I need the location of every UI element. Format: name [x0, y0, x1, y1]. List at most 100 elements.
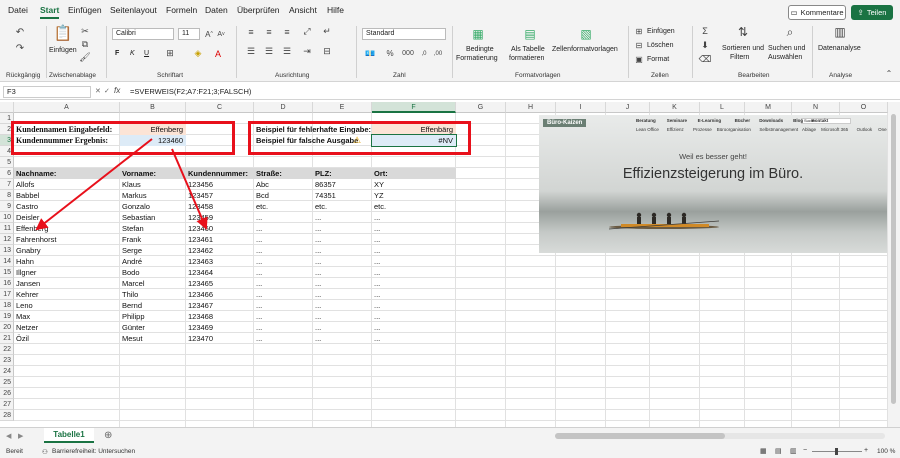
tab-formeln[interactable]: Formeln — [166, 5, 197, 15]
table-cell[interactable]: Marcel — [120, 278, 186, 289]
tab-seitenlayout[interactable]: Seitenlayout — [110, 5, 157, 15]
row-header-12[interactable]: 12 — [0, 234, 14, 245]
cell-styles-icon[interactable]: ▧ — [578, 26, 594, 42]
table-cell[interactable]: etc. — [254, 201, 313, 212]
border-icon[interactable]: ⊞ — [164, 48, 176, 59]
paste-icon[interactable]: 📋 — [54, 24, 73, 42]
table-cell[interactable]: Bodo — [120, 267, 186, 278]
indent-icon[interactable]: ⇥ — [300, 46, 314, 57]
format-cells-icon[interactable]: ▣ — [634, 54, 644, 64]
table-cell[interactable]: ... — [254, 245, 313, 256]
column-header-E[interactable]: E — [313, 102, 372, 113]
table-cell[interactable]: 123468 — [186, 311, 254, 322]
table-cell[interactable]: Bcd — [254, 190, 313, 201]
table-cell[interactable]: ... — [372, 278, 456, 289]
font-name-select[interactable]: Calibri — [112, 28, 174, 40]
decrease-decimal-icon[interactable]: ,00 — [432, 48, 444, 59]
column-header-A[interactable]: A — [14, 102, 120, 113]
table-cell[interactable]: ... — [254, 333, 313, 344]
row-header-27[interactable]: 27 — [0, 399, 14, 410]
merge-icon[interactable]: ⊟ — [320, 46, 334, 57]
zoom-in-icon[interactable]: + — [864, 447, 868, 454]
column-header-B[interactable]: B — [120, 102, 186, 113]
italic-button[interactable]: K — [130, 49, 135, 58]
table-cell[interactable]: 123463 — [186, 256, 254, 267]
wrap-text-icon[interactable]: ↵ — [320, 26, 334, 37]
column-header-L[interactable]: L — [700, 102, 745, 113]
cut-icon[interactable]: ✂ — [80, 26, 90, 36]
table-cell[interactable]: ... — [254, 322, 313, 333]
bold-button[interactable]: F — [115, 49, 119, 58]
tab-start[interactable]: Start — [40, 5, 60, 19]
shrink-font-icon[interactable]: Av — [216, 28, 226, 40]
table-cell[interactable]: Kehrer — [14, 289, 120, 300]
table-cell[interactable]: Hahn — [14, 256, 120, 267]
table-cell[interactable]: ... — [372, 300, 456, 311]
table-cell[interactable]: Gonzalo — [120, 201, 186, 212]
table-cell[interactable]: ... — [313, 234, 372, 245]
row-header-14[interactable]: 14 — [0, 256, 14, 267]
insert-cells-button[interactable]: Einfügen — [647, 27, 675, 36]
conditional-format-label-2[interactable]: Formatierung — [456, 54, 498, 63]
row-header-20[interactable]: 20 — [0, 322, 14, 333]
row-header-10[interactable]: 10 — [0, 212, 14, 223]
table-header-4[interactable]: PLZ: — [313, 168, 372, 179]
table-cell[interactable]: 123469 — [186, 322, 254, 333]
copy-icon[interactable]: ⧉ — [80, 39, 90, 49]
table-cell[interactable]: etc. — [372, 201, 456, 212]
row-header-21[interactable]: 21 — [0, 333, 14, 344]
table-cell[interactable]: ... — [313, 289, 372, 300]
table-cell[interactable]: 123466 — [186, 289, 254, 300]
tab-datei[interactable]: Datei — [8, 5, 28, 15]
font-size-select[interactable]: 11 — [178, 28, 200, 40]
cell-styles-label[interactable]: Zellenformatvorlagen — [552, 45, 618, 54]
tab-einfuegen[interactable]: Einfügen — [68, 5, 102, 15]
table-cell[interactable]: ... — [313, 245, 372, 256]
table-cell[interactable]: ... — [372, 322, 456, 333]
table-cell[interactable]: Abc — [254, 179, 313, 190]
zoom-slider-thumb[interactable] — [835, 448, 838, 455]
cancel-icon[interactable]: ✕ — [95, 87, 101, 95]
formula-input[interactable]: =SVERWEIS(F2;A7:F21;3;FALSCH) — [130, 86, 890, 98]
row-header-22[interactable]: 22 — [0, 344, 14, 355]
table-cell[interactable]: Thilo — [120, 289, 186, 300]
align-top-icon[interactable]: ≡ — [244, 26, 258, 37]
column-header-I[interactable]: I — [556, 102, 606, 113]
align-center-icon[interactable]: ☰ — [262, 46, 276, 57]
table-cell[interactable]: Frank — [120, 234, 186, 245]
align-middle-icon[interactable]: ≡ — [262, 26, 276, 37]
table-cell[interactable]: ... — [372, 311, 456, 322]
table-cell[interactable]: ... — [372, 289, 456, 300]
table-header-2[interactable]: Kundennummer: — [186, 168, 254, 179]
table-cell[interactable]: ... — [372, 223, 456, 234]
vertical-scroll-thumb[interactable] — [891, 114, 896, 404]
table-cell[interactable]: Özil — [14, 333, 120, 344]
row-header-6[interactable]: 6 — [0, 168, 14, 179]
delete-cells-icon[interactable]: ⊟ — [634, 40, 644, 50]
table-cell[interactable]: XY — [372, 179, 456, 190]
align-left-icon[interactable]: ☰ — [244, 46, 258, 57]
sort-filter-icon[interactable]: ⇅ — [735, 24, 751, 40]
table-cell[interactable]: ... — [313, 333, 372, 344]
table-cell[interactable]: 123458 — [186, 201, 254, 212]
table-cell[interactable]: Effenberg — [14, 223, 120, 234]
percent-icon[interactable]: % — [384, 48, 396, 59]
add-sheet-icon[interactable]: ⊕ — [104, 430, 112, 441]
find-select-label-2[interactable]: Auswählen — [768, 53, 802, 62]
table-cell[interactable]: 123470 — [186, 333, 254, 344]
horizontal-scroll-thumb[interactable] — [555, 433, 725, 439]
table-cell[interactable]: ... — [254, 234, 313, 245]
column-header-H[interactable]: H — [506, 102, 556, 113]
row-header-15[interactable]: 15 — [0, 267, 14, 278]
table-cell[interactable]: Illgner — [14, 267, 120, 278]
table-cell[interactable]: Bernd — [120, 300, 186, 311]
table-cell[interactable]: ... — [372, 267, 456, 278]
delete-cells-button[interactable]: Löschen — [647, 41, 673, 50]
confirm-icon[interactable]: ✓ — [104, 87, 110, 95]
table-cell[interactable]: ... — [313, 212, 372, 223]
format-table-label-2[interactable]: formatieren — [509, 54, 544, 63]
table-cell[interactable]: ... — [254, 223, 313, 234]
table-cell[interactable]: 123459 — [186, 212, 254, 223]
name-box[interactable]: F3 — [3, 86, 91, 98]
prev-sheet-icon[interactable]: ◀ — [6, 432, 11, 440]
